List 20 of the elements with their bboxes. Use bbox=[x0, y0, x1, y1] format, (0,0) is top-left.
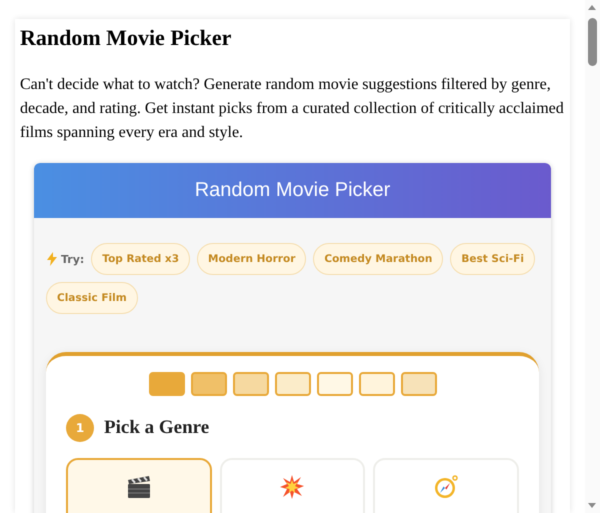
section-title: Pick a Genre bbox=[104, 417, 210, 439]
preset-chip[interactable]: Comedy Marathon bbox=[313, 243, 444, 275]
scroll-down-icon[interactable] bbox=[588, 503, 596, 508]
lightning-icon bbox=[46, 252, 58, 266]
explosion-icon bbox=[279, 474, 306, 500]
step-number-badge: 1 bbox=[66, 414, 94, 442]
compass-icon bbox=[433, 474, 460, 500]
page-title: Random Movie Picker bbox=[20, 25, 232, 51]
scrollbar-thumb[interactable] bbox=[588, 18, 597, 66]
preset-chip[interactable]: Classic Film bbox=[46, 282, 138, 314]
clapperboard-icon bbox=[126, 474, 152, 500]
preset-chip[interactable]: Modern Horror bbox=[197, 243, 306, 275]
preset-chip[interactable]: Top Rated x3 bbox=[91, 243, 190, 275]
scrollbar[interactable] bbox=[585, 0, 600, 513]
genre-option[interactable] bbox=[66, 458, 212, 513]
scroll-up-icon[interactable] bbox=[588, 5, 596, 10]
widget-header: Random Movie Picker bbox=[34, 163, 551, 218]
try-label: Try: bbox=[61, 252, 84, 266]
preset-chip[interactable]: Best Sci-Fi bbox=[450, 243, 535, 275]
intro-paragraph: Can't decide what to watch? Generate random movie suggestions filtered by genre, decade, and rating. Get instant picks from a curated collection of critically acclaimed films spanning every era and style. bbox=[20, 75, 565, 143]
